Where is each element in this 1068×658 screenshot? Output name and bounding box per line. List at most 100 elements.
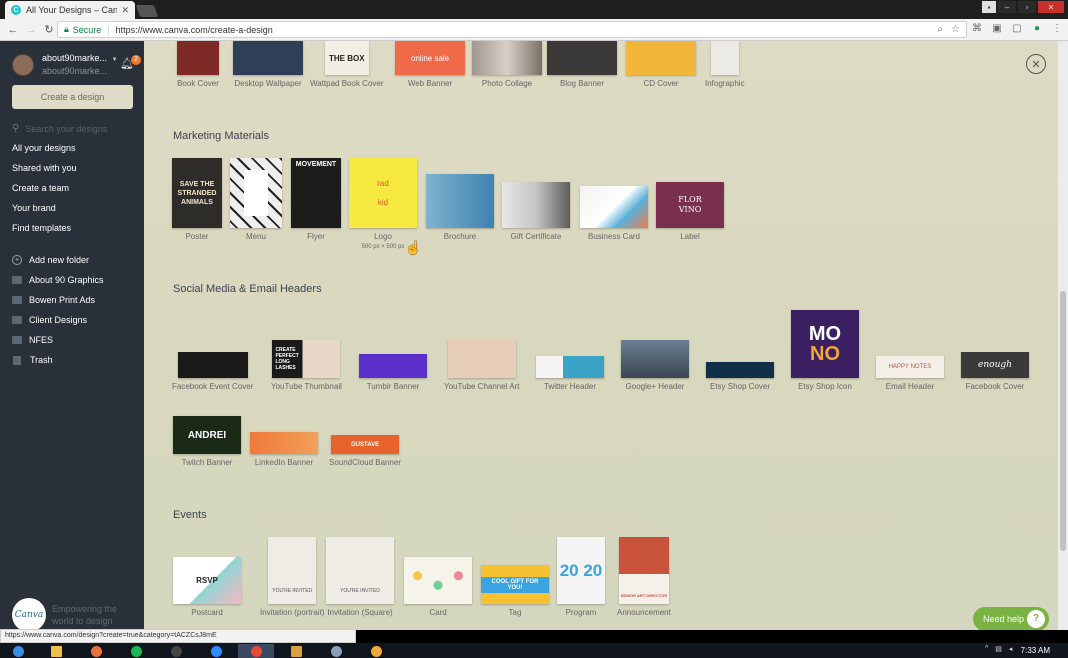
- sidebar-item-all-designs[interactable]: All your designs: [12, 143, 77, 163]
- volume-icon[interactable]: ◂: [1009, 645, 1013, 653]
- design-type-label: Book Cover: [177, 79, 219, 88]
- browser-tab[interactable]: C All Your Designs – Canva ✕: [5, 1, 135, 19]
- design-type-label: Wattpad Book Cover: [310, 79, 384, 88]
- design-type-photo-collage[interactable]: Photo Collage: [472, 41, 542, 88]
- design-type-logo[interactable]: rad kid Logo 500 px × 500 px: [349, 158, 417, 250]
- design-type-google-plus-header[interactable]: Google+ Header: [621, 340, 689, 391]
- design-type-label: Postcard: [191, 608, 223, 617]
- design-type-web-banner[interactable]: online sale Web Banner: [395, 41, 465, 88]
- tab-close-icon[interactable]: ✕: [121, 5, 129, 16]
- thumbnail-text: CREATE PERFECT LONG LASHES: [275, 347, 299, 371]
- folder-item[interactable]: Client Designs: [12, 310, 104, 330]
- design-type-brochure[interactable]: Brochure: [426, 174, 494, 241]
- app-icon[interactable]: [278, 644, 314, 658]
- design-type-flyer[interactable]: MOVEMENT Flyer: [291, 158, 341, 241]
- design-type-menu[interactable]: Menu: [230, 158, 282, 241]
- forward-icon[interactable]: →: [24, 24, 38, 36]
- profile-icon[interactable]: ▪: [982, 1, 996, 13]
- sidebar-item-create-team[interactable]: Create a team: [12, 183, 77, 203]
- design-type-desktop-wallpaper[interactable]: Desktop Wallpaper: [233, 41, 303, 88]
- thumbnail: [502, 182, 570, 228]
- design-type-postcard[interactable]: RSVP Postcard: [173, 557, 241, 617]
- design-type-label: Invitation (Square): [327, 608, 393, 617]
- design-type-cd-cover[interactable]: CD Cover: [626, 41, 696, 88]
- sidebar-item-find-templates[interactable]: Find templates: [12, 223, 77, 243]
- design-type-label: Invitation (portrait): [260, 608, 325, 617]
- zoom-icon[interactable]: ⌕: [937, 24, 943, 35]
- design-type-poster[interactable]: SAVE THE STRANDED ANIMALS Poster: [172, 158, 222, 241]
- address-bar[interactable]: 🔒︎ Secure | https://www.canva.com/create…: [57, 21, 967, 38]
- zoom-app-icon[interactable]: [198, 644, 234, 658]
- design-type-infographic[interactable]: Infographic: [705, 41, 745, 88]
- design-type-twitter-header[interactable]: Twitter Header: [536, 356, 604, 391]
- start-button-icon[interactable]: [0, 644, 36, 658]
- extension-icon[interactable]: ⌘: [970, 23, 984, 37]
- design-type-soundcloud-banner[interactable]: GUSTAVE SoundCloud Banner: [329, 435, 401, 467]
- account-switcher[interactable]: about90marke... ▼ about90marke...: [12, 53, 118, 77]
- design-type-label: Tag: [508, 608, 522, 617]
- design-type-email-header[interactable]: HAPPY NOTES Email Header: [876, 356, 944, 391]
- thumbnail: GUSTAVE: [331, 435, 400, 454]
- add-folder-button[interactable]: + Add new folder: [12, 250, 104, 270]
- firefox-icon[interactable]: [78, 644, 114, 658]
- design-type-youtube-thumbnail[interactable]: CREATE PERFECT LONG LASHES YouTube Thumb…: [271, 340, 342, 391]
- folder-item[interactable]: Bowen Print Ads: [12, 290, 104, 310]
- minimize-button[interactable]: –: [998, 1, 1016, 13]
- search-input[interactable]: [25, 123, 126, 134]
- design-type-blog-banner[interactable]: Blog Banner: [547, 41, 617, 88]
- design-type-etsy-shop-cover[interactable]: Etsy Shop Cover: [706, 362, 774, 391]
- design-type-etsy-shop-icon[interactable]: MO NO Etsy Shop Icon: [791, 310, 859, 391]
- design-type-label: YouTube Channel Art: [444, 382, 520, 391]
- sidebar-item-your-brand[interactable]: Your brand: [12, 203, 77, 223]
- design-type-program[interactable]: 20 20 Program: [557, 537, 605, 617]
- bookmark-star-icon[interactable]: ☆: [951, 24, 960, 35]
- design-type-linkedin-banner[interactable]: LinkedIn Banner: [250, 432, 318, 467]
- design-type-invitation-square[interactable]: YOU'RE INVITED Invitation (Square): [326, 537, 394, 617]
- design-type-twitch-banner[interactable]: ANDREI Twitch Banner: [173, 416, 241, 467]
- maximize-button[interactable]: ▫: [1018, 1, 1036, 13]
- app-icon[interactable]: [358, 644, 394, 658]
- sidebar-item-shared[interactable]: Shared with you: [12, 163, 77, 183]
- reload-icon[interactable]: ↻: [42, 23, 56, 36]
- extension-icon[interactable]: ▢: [1010, 23, 1024, 37]
- design-type-tumblr-banner[interactable]: Tumblr Banner: [359, 354, 427, 391]
- canva-logo[interactable]: Canva: [12, 598, 46, 632]
- network-icon[interactable]: ▤: [995, 645, 1002, 653]
- window-close-button[interactable]: ✕: [1038, 1, 1064, 13]
- thumbnail: [359, 354, 427, 378]
- design-type-announcement[interactable]: SENIOR ART DIRECTOR Announcement: [617, 537, 671, 617]
- grammarly-icon[interactable]: ●: [1030, 23, 1044, 37]
- design-type-book-cover[interactable]: Book Cover: [177, 41, 219, 88]
- trash-item[interactable]: Trash: [12, 350, 104, 370]
- need-help-button[interactable]: Need help ?: [973, 607, 1049, 630]
- design-type-label[interactable]: FLOR VINO Label: [656, 182, 724, 241]
- close-panel-icon[interactable]: ✕: [1026, 54, 1046, 74]
- app-icon[interactable]: [158, 644, 194, 658]
- extension-icon[interactable]: ▣: [990, 23, 1004, 37]
- create-design-button[interactable]: Create a design: [12, 85, 133, 109]
- chrome-taskbar-icon[interactable]: [238, 644, 274, 658]
- taskbar-clock[interactable]: 7:33 AM: [1021, 646, 1050, 655]
- design-type-business-card[interactable]: Business Card: [580, 186, 648, 241]
- folder-item[interactable]: About 90 Graphics: [12, 270, 104, 290]
- design-type-facebook-cover[interactable]: enough Facebook Cover: [961, 352, 1029, 391]
- file-explorer-icon[interactable]: [38, 644, 74, 658]
- chrome-menu-icon[interactable]: ⋮: [1050, 23, 1064, 37]
- design-type-gift-certificate[interactable]: Gift Certificate: [502, 182, 570, 241]
- folder-item[interactable]: NFES: [12, 330, 104, 350]
- design-type-card[interactable]: Card: [404, 557, 472, 617]
- design-type-invitation-portrait[interactable]: YOU'RE INVITED Invitation (portrait): [260, 537, 324, 617]
- spotify-icon[interactable]: [118, 644, 154, 658]
- thumbnail: MOVEMENT: [291, 158, 341, 228]
- design-type-wattpad-book-cover[interactable]: THE BOX Wattpad Book Cover: [310, 41, 384, 88]
- back-icon[interactable]: ←: [6, 24, 20, 36]
- design-type-facebook-event-cover[interactable]: Facebook Event Cover: [172, 352, 253, 391]
- app-icon[interactable]: [318, 644, 354, 658]
- thumbnail-text: NO: [810, 343, 840, 365]
- chevron-up-icon[interactable]: ^: [985, 645, 988, 653]
- scrollbar-thumb[interactable]: [1060, 291, 1066, 551]
- scrollbar[interactable]: [1058, 41, 1068, 630]
- design-type-tag[interactable]: COOL GIFT FOR YOU! Tag: [481, 565, 549, 617]
- new-tab-button[interactable]: [135, 5, 159, 17]
- design-type-youtube-channel-art[interactable]: YouTube Channel Art: [444, 340, 519, 391]
